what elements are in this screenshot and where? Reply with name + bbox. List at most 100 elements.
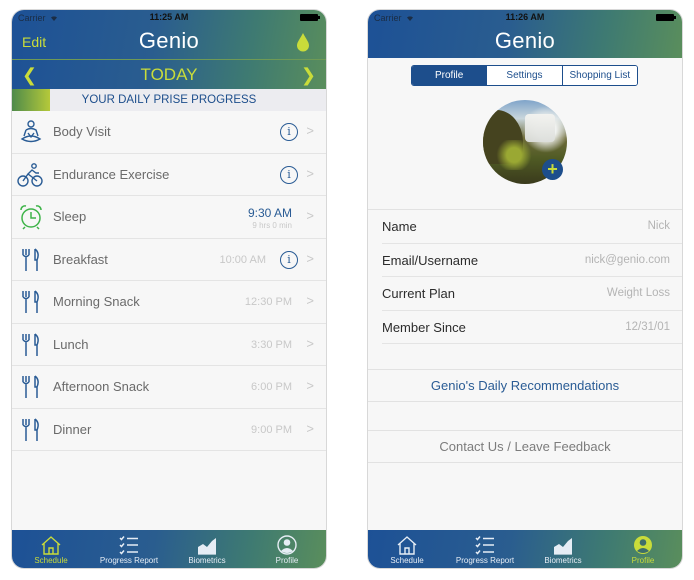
nav-bar: Genio: [368, 10, 682, 58]
chevron-right-icon: >: [306, 208, 314, 223]
profile-row-plan[interactable]: Current Plan Weight Loss: [368, 277, 682, 311]
chevron-right-icon: >: [306, 165, 314, 181]
chevron-right-icon: >: [306, 378, 314, 393]
tab-profile[interactable]: Profile: [248, 530, 326, 568]
info-icon[interactable]: i: [280, 165, 298, 184]
app-title: Genio: [494, 28, 556, 53]
water-drop-icon[interactable]: [296, 32, 310, 52]
segment-container: Profile Settings Shopping List: [368, 58, 682, 92]
item-time: 3:30 PM: [251, 338, 292, 351]
tab-label: Progress Report: [455, 556, 515, 565]
chevron-right-icon: >: [306, 250, 314, 266]
add-photo-button[interactable]: +: [542, 159, 563, 180]
item-name: Lunch: [53, 336, 89, 352]
list-item[interactable]: Sleep 9:30 AM 9 hrs 0 min >: [12, 196, 326, 239]
info-icon[interactable]: i: [280, 123, 298, 141]
chevron-right-icon: >: [306, 335, 314, 351]
tab-profile[interactable]: Profile: [604, 530, 682, 568]
profile-row-name[interactable]: Name Nick: [368, 210, 682, 244]
tab-label: Biometrics: [188, 556, 226, 565]
info-icon[interactable]: i: [280, 250, 298, 269]
list-item[interactable]: Breakfast 10:00 AM i >: [12, 239, 326, 281]
field-label: Email/Username: [382, 252, 479, 268]
meditation-icon: [20, 120, 42, 143]
contact-feedback-link[interactable]: Contact Us / Leave Feedback: [368, 430, 682, 463]
profile-row-member-since[interactable]: Member Since 12/31/01: [368, 311, 682, 345]
segment-shopping-list[interactable]: Shopping List: [562, 66, 637, 85]
checklist-icon: [119, 536, 138, 555]
chevron-right-icon[interactable]: ❯: [301, 65, 316, 86]
schedule-screen: Carrier 11:25 AM Edit Genio ❮ TODAY ❯ YO…: [12, 10, 326, 568]
tab-label: Progress Report: [99, 556, 159, 565]
item-name: Body Visit: [53, 124, 111, 139]
person-icon: [634, 536, 652, 554]
tab-label: Schedule: [390, 556, 424, 565]
field-label: Name: [382, 219, 417, 234]
person-icon: [277, 535, 297, 555]
item-time: 6:00 PM: [251, 381, 292, 393]
tab-schedule[interactable]: Schedule: [12, 530, 90, 568]
house-icon: [397, 536, 417, 555]
list-item[interactable]: Dinner 9:00 PM >: [12, 409, 326, 451]
fork-knife-icon: [22, 332, 39, 356]
profile-row-email[interactable]: Email/Username nick@genio.com: [368, 244, 682, 278]
list-item[interactable]: Morning Snack 12:30 PM >: [12, 281, 326, 324]
field-value: Nick: [647, 220, 670, 232]
item-time: 9:30 AM: [247, 206, 292, 220]
chart-icon: [198, 538, 216, 555]
tab-biometrics[interactable]: Biometrics: [168, 530, 246, 568]
field-value: Weight Loss: [606, 287, 670, 299]
date-label: TODAY: [140, 65, 198, 84]
chevron-right-icon: >: [306, 123, 314, 138]
segment-profile[interactable]: Profile: [412, 66, 488, 85]
item-time: 12:30 PM: [244, 296, 292, 308]
tab-label: Schedule: [34, 556, 68, 565]
tab-progress-report[interactable]: Progress Report: [90, 530, 168, 568]
chart-icon: [554, 538, 572, 555]
list-item[interactable]: Lunch 3:30 PM >: [12, 324, 326, 366]
tab-biometrics[interactable]: Biometrics: [524, 530, 602, 568]
daily-recommendations-link[interactable]: Genio's Daily Recommendations: [368, 369, 682, 402]
tab-progress-report[interactable]: Progress Report: [446, 530, 524, 568]
list-item[interactable]: Endurance Exercise i >: [12, 154, 326, 196]
item-time: 10:00 AM: [219, 253, 266, 266]
segmented-control: Profile Settings Shopping List: [411, 65, 638, 86]
chevron-right-icon: >: [306, 293, 314, 308]
tab-label: Profile: [275, 556, 299, 565]
profile-details: Name Nick Email/Username nick@genio.com …: [368, 209, 682, 344]
list-item[interactable]: Body Visit i >: [12, 111, 326, 154]
date-navigator: ❮ TODAY ❯: [12, 59, 326, 88]
field-value: nick@genio.com: [584, 253, 670, 266]
field-value: 12/31/01: [625, 320, 670, 333]
progress-label: YOUR DAILY PRISE PROGRESS: [81, 94, 257, 106]
alarm-clock-icon: [20, 205, 42, 230]
fork-knife-icon: [22, 290, 39, 313]
app-title: Genio: [138, 28, 200, 53]
schedule-list: Body Visit i > Endurance Exercise i > Sl…: [12, 111, 326, 451]
tab-label: Biometrics: [544, 556, 582, 565]
segment-settings[interactable]: Settings: [487, 66, 563, 85]
fork-knife-icon: [22, 417, 39, 441]
field-label: Member Since: [382, 319, 466, 335]
tab-label: Profile: [631, 556, 655, 565]
profile-screen: Carrier 11:26 AM Genio Profile Settings …: [368, 10, 682, 568]
item-time: 9:00 PM: [251, 423, 292, 436]
tab-bar: Schedule Progress Report Biometrics Prof…: [12, 530, 326, 568]
list-item[interactable]: Afternoon Snack 6:00 PM >: [12, 366, 326, 409]
item-name: Endurance Exercise: [53, 166, 170, 182]
tab-bar: Schedule Progress Report Biometrics Prof…: [368, 530, 682, 568]
house-icon: [41, 536, 61, 555]
item-name: Breakfast: [53, 251, 108, 267]
item-name: Morning Snack: [53, 294, 140, 309]
chevron-right-icon: >: [306, 420, 314, 436]
item-duration: 9 hrs 0 min: [252, 221, 292, 230]
daily-progress-bar: YOUR DAILY PRISE PROGRESS: [12, 89, 326, 111]
checklist-icon: [475, 536, 494, 555]
item-name: Dinner: [53, 421, 92, 437]
cycling-icon: [17, 162, 43, 187]
fork-knife-icon: [22, 375, 39, 398]
nav-bar: Edit Genio: [12, 10, 326, 58]
item-name: Afternoon Snack: [53, 379, 150, 394]
tab-schedule[interactable]: Schedule: [368, 530, 446, 568]
item-name: Sleep: [53, 209, 87, 224]
